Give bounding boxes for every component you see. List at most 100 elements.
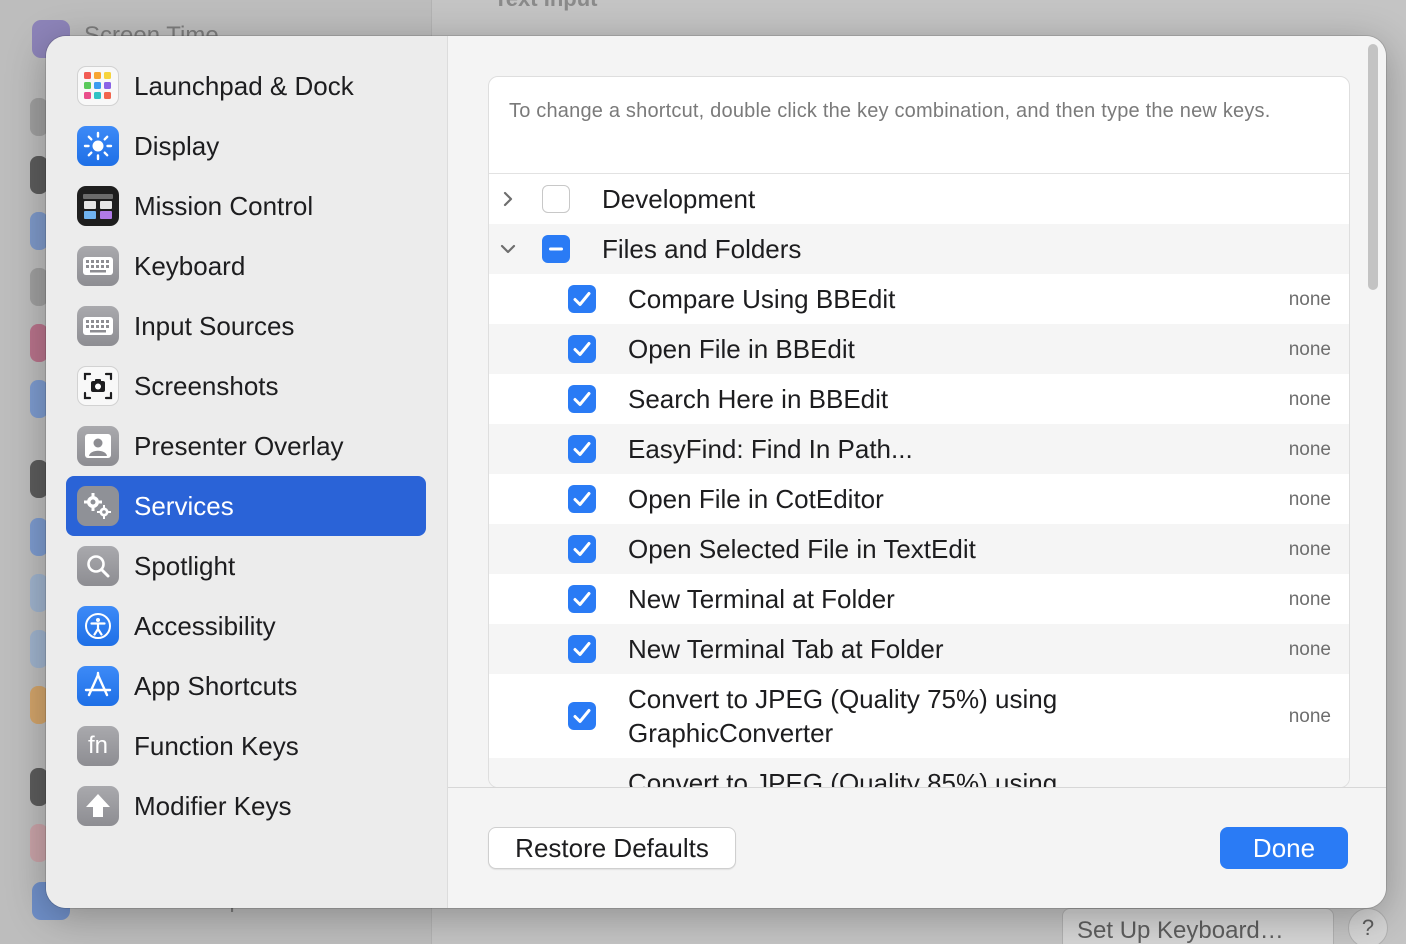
group-label: Files and Folders [602,234,802,264]
service-checkbox[interactable] [568,585,596,613]
sidebar-item-label: App Shortcuts [134,671,298,701]
background-section-title: Text Input [494,0,597,12]
sidebar-item-screenshots[interactable]: Screenshots [66,356,426,416]
launchpad-icon [77,66,119,106]
shortcut-value[interactable]: none [1289,339,1331,361]
checkmark-icon [573,292,591,306]
sidebar-item-app-shortcuts[interactable]: App Shortcuts [66,656,426,716]
service-row[interactable]: Search Here in BBEdit none [489,374,1349,424]
service-checkbox[interactable] [568,285,596,313]
service-checkbox[interactable] [568,702,596,730]
sidebar-item-keyboard[interactable]: Keyboard [66,236,426,296]
sidebar-item-label: Accessibility [134,611,276,641]
sidebar-item-label: Presenter Overlay [134,431,344,461]
shortcut-value[interactable]: none [1289,539,1331,561]
service-checkbox[interactable] [568,485,596,513]
shortcut-value[interactable]: none [1289,589,1331,611]
shortcut-value[interactable]: none [1289,439,1331,461]
service-label: Open File in BBEdit [628,334,855,364]
presenter-overlay-icon [77,426,119,466]
screenshot-icon [77,366,119,406]
mission-control-icon [77,186,119,226]
service-row-partial[interactable]: Convert to JPEG (Quality 85%) using [489,758,1349,787]
checkmark-icon [573,709,591,723]
service-checkbox[interactable] [568,535,596,563]
service-row[interactable]: Compare Using BBEdit none [489,274,1349,324]
sidebar-item-label: Launchpad & Dock [134,71,354,101]
service-label: New Terminal at Folder [628,584,895,614]
service-label: Search Here in BBEdit [628,384,889,414]
modifier-keys-icon [77,786,119,826]
service-label-line2: GraphicConverter [628,718,834,748]
scrollbar[interactable] [1360,40,1384,788]
set-up-keyboard-button: Set Up Keyboard… [1062,908,1334,944]
sidebar-item-presenter-overlay[interactable]: Presenter Overlay [66,416,426,476]
sidebar-item-label: Display [134,131,220,161]
files-and-folders-checkbox[interactable] [542,235,570,263]
chevron-down-icon[interactable] [497,238,519,260]
chevron-right-icon[interactable] [497,188,519,210]
function-keys-icon: fn [77,726,119,766]
accessibility-icon [77,606,119,646]
sidebar-item-launchpad-dock[interactable]: Launchpad & Dock [66,56,426,116]
checkmark-icon [573,492,591,506]
service-checkbox[interactable] [568,435,596,463]
shortcut-value[interactable]: none [1289,706,1331,728]
sidebar-item-mission-control[interactable]: Mission Control [66,176,426,236]
service-row[interactable]: New Terminal at Folder none [489,574,1349,624]
service-row[interactable]: Convert to JPEG (Quality 75%) using Grap… [489,674,1349,758]
scrollbar-thumb[interactable] [1368,44,1378,290]
restore-defaults-button[interactable]: Restore Defaults [488,827,736,869]
sidebar-item-spotlight[interactable]: Spotlight [66,536,426,596]
fn-glyph: fn [87,732,108,759]
development-checkbox[interactable] [542,185,570,213]
shortcut-value[interactable]: none [1289,489,1331,511]
shortcut-value[interactable]: none [1289,639,1331,661]
spotlight-icon [77,546,119,586]
app-shortcuts-icon [77,666,119,706]
group-row-development[interactable]: Development [489,174,1349,224]
service-row[interactable]: Open File in CotEditor none [489,474,1349,524]
service-label: Open File in CotEditor [628,484,884,514]
sidebar-item-input-sources[interactable]: Input Sources [66,296,426,356]
sidebar-item-label: Screenshots [134,371,279,401]
sidebar-item-label: Input Sources [134,311,295,341]
service-checkbox[interactable] [568,635,596,663]
sidebar-item-function-keys[interactable]: fn Function Keys [66,716,426,776]
group-label: Development [602,184,756,214]
service-row[interactable]: Open Selected File in TextEdit none [489,524,1349,574]
shortcut-value[interactable]: none [1289,389,1331,411]
service-row[interactable]: EasyFind: Find In Path... none [489,424,1349,474]
done-button[interactable]: Done [1220,827,1348,869]
services-gear-icon [77,486,119,526]
checkmark-icon [573,392,591,406]
services-panel: To change a shortcut, double click the k… [448,36,1386,908]
service-row[interactable]: Open File in BBEdit none [489,324,1349,374]
minus-icon [549,247,563,251]
checkmark-icon [573,442,591,456]
shortcuts-sidebar: Launchpad & Dock Display Mission Control… [46,36,448,908]
display-icon [77,126,119,166]
checkmark-icon [573,542,591,556]
checkmark-icon [573,342,591,356]
sidebar-item-display[interactable]: Display [66,116,426,176]
service-label-line1: Convert to JPEG (Quality 75%) using [628,684,1058,714]
service-label: Compare Using BBEdit [628,284,896,314]
input-sources-icon [77,306,119,346]
service-row[interactable]: New Terminal Tab at Folder none [489,624,1349,674]
service-checkbox[interactable] [568,335,596,363]
service-label: EasyFind: Find In Path... [628,434,913,464]
sidebar-item-services[interactable]: Services [66,476,426,536]
sidebar-item-label: Spotlight [134,551,236,581]
help-button: ? [1348,908,1388,944]
shortcut-value[interactable]: none [1289,289,1331,311]
group-row-files-and-folders[interactable]: Files and Folders [489,224,1349,274]
sidebar-item-label: Modifier Keys [134,791,292,821]
sidebar-item-label: Function Keys [134,731,299,761]
sidebar-item-label: Mission Control [134,191,314,221]
sidebar-item-accessibility[interactable]: Accessibility [66,596,426,656]
service-checkbox[interactable] [568,385,596,413]
services-list-box: To change a shortcut, double click the k… [488,76,1350,788]
sidebar-item-label: Keyboard [134,251,246,281]
sidebar-item-modifier-keys[interactable]: Modifier Keys [66,776,426,836]
